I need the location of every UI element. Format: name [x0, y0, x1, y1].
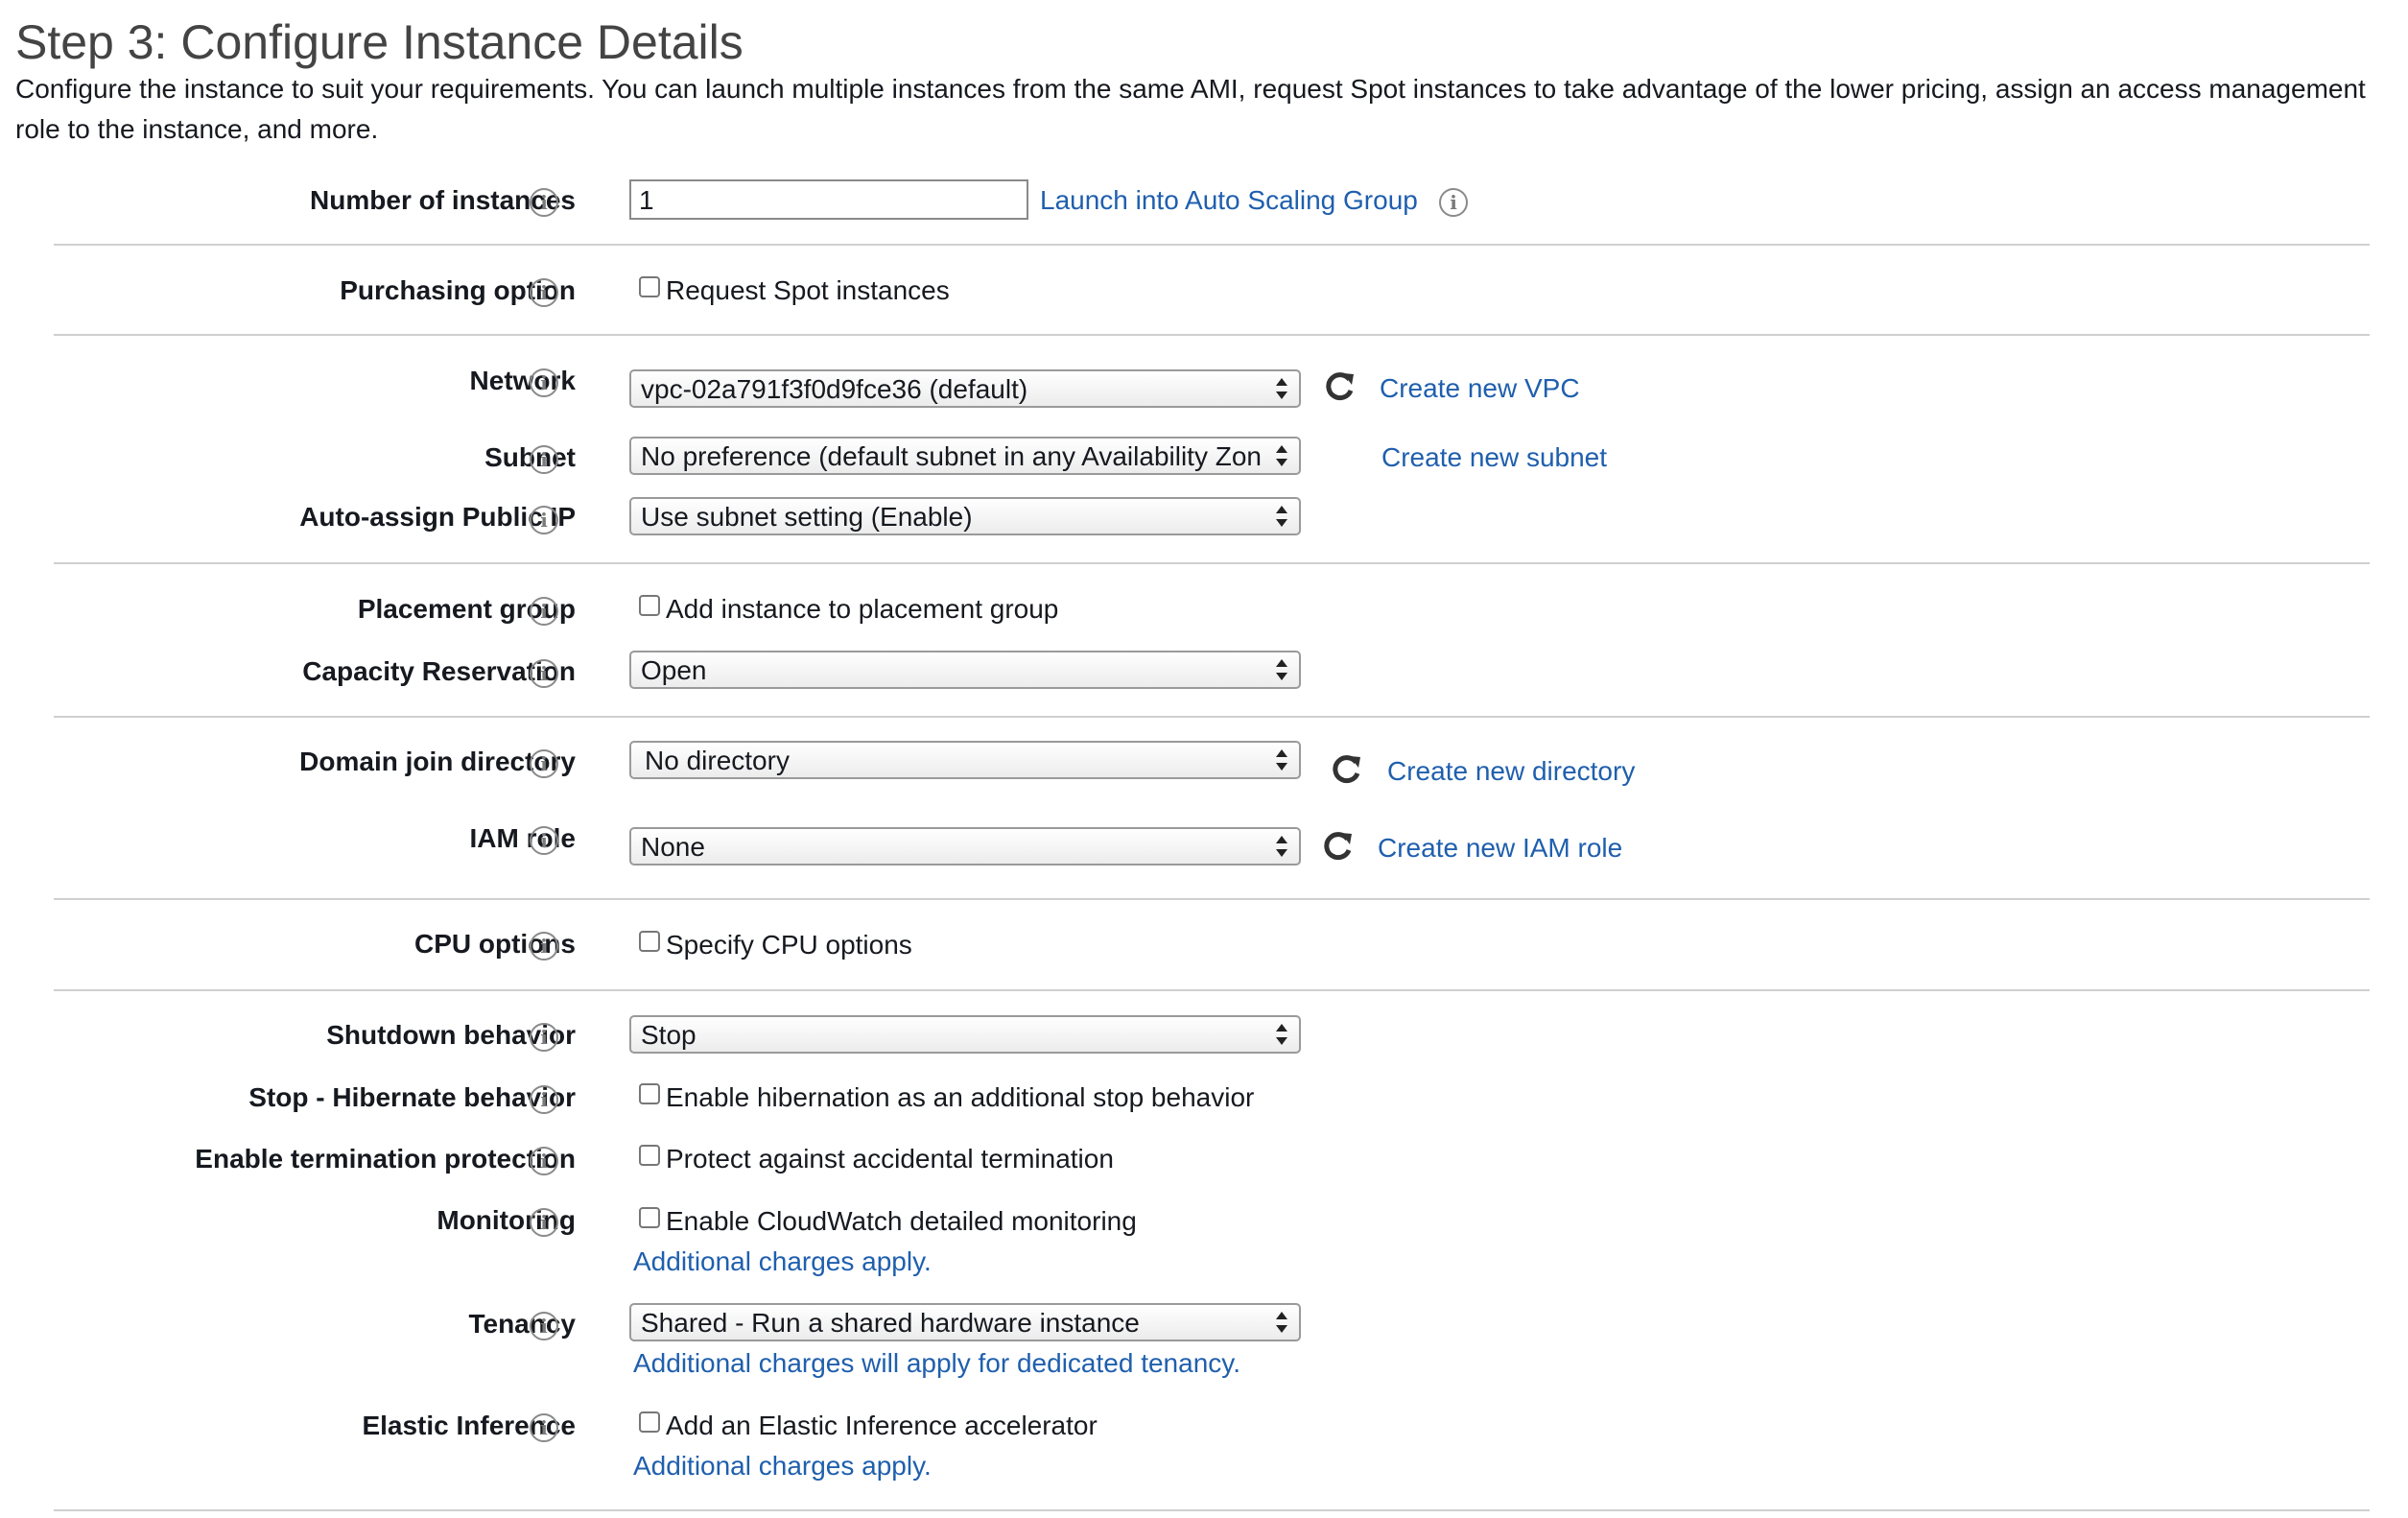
refresh-icon[interactable] — [1318, 827, 1357, 866]
page-title: Step 3: Configure Instance Details — [15, 15, 744, 69]
shutdown-behavior-select[interactable]: Stop — [629, 1015, 1301, 1054]
info-icon[interactable]: i — [530, 826, 558, 855]
select-arrows-icon — [1272, 501, 1291, 532]
elastic-inference-checkbox[interactable] — [639, 1411, 660, 1433]
capacity-reservation-label: Capacity Reservation — [302, 656, 576, 686]
domain-join-select[interactable]: No directory — [629, 741, 1301, 779]
create-new-iam-role-link[interactable]: Create new IAM role — [1378, 831, 1622, 866]
placement-group-checkbox-label: Add instance to placement group — [666, 594, 1059, 624]
info-icon[interactable]: i — [530, 445, 558, 474]
number-of-instances-label: Number of instances — [310, 185, 576, 215]
info-icon[interactable]: i — [530, 1147, 558, 1175]
info-icon[interactable]: i — [530, 659, 558, 688]
request-spot-label: Request Spot instances — [666, 275, 950, 305]
info-icon[interactable]: i — [530, 1413, 558, 1442]
cpu-options-checkbox[interactable] — [639, 931, 660, 952]
select-arrows-icon — [1272, 440, 1291, 471]
info-icon[interactable]: i — [530, 1085, 558, 1114]
monitoring-charges-link[interactable]: Additional charges apply. — [633, 1245, 932, 1279]
section-divider — [54, 562, 2370, 564]
termination-protection-checkbox-label: Protect against accidental termination — [666, 1144, 1114, 1174]
network-label: Network — [469, 366, 576, 395]
select-arrows-icon — [1272, 373, 1291, 404]
iam-role-value: None — [641, 832, 705, 862]
auto-assign-ip-select[interactable]: Use subnet setting (Enable) — [629, 497, 1301, 535]
create-new-vpc-link[interactable]: Create new VPC — [1380, 371, 1580, 406]
capacity-reservation-value: Open — [641, 655, 707, 685]
cpu-options-label: CPU options — [414, 929, 576, 959]
select-arrows-icon — [1272, 1307, 1291, 1338]
section-divider — [54, 989, 2370, 991]
placement-group-label: Placement group — [357, 594, 576, 624]
termination-protection-label: Enable termination protection — [195, 1144, 576, 1174]
section-divider — [54, 716, 2370, 718]
termination-protection-checkbox[interactable] — [639, 1145, 660, 1166]
monitoring-checkbox[interactable] — [639, 1207, 660, 1228]
select-arrows-icon — [1272, 745, 1291, 775]
iam-role-select[interactable]: None — [629, 827, 1301, 866]
network-select[interactable]: vpc-02a791f3f0d9fce36 (default) — [629, 369, 1301, 408]
info-icon[interactable]: i — [530, 188, 558, 217]
auto-assign-ip-value: Use subnet setting (Enable) — [641, 502, 973, 532]
dedicated-tenancy-charges-link[interactable]: Additional charges will apply for dedica… — [633, 1346, 1240, 1381]
stop-hibernate-label: Stop - Hibernate behavior — [248, 1082, 576, 1112]
refresh-icon[interactable] — [1327, 750, 1365, 789]
tenancy-select[interactable]: Shared - Run a shared hardware instance — [629, 1303, 1301, 1341]
info-icon[interactable]: i — [530, 597, 558, 626]
hibernation-checkbox-label: Enable hibernation as an additional stop… — [666, 1082, 1255, 1112]
subnet-select[interactable]: No preference (default subnet in any Ava… — [629, 437, 1301, 475]
elastic-inference-label: Elastic Inference — [362, 1411, 576, 1440]
info-icon[interactable]: i — [530, 1312, 558, 1340]
purchasing-option-label: Purchasing option — [340, 275, 576, 305]
shutdown-behavior-label: Shutdown behavior — [326, 1020, 576, 1050]
section-divider — [54, 1509, 2370, 1511]
elastic-inference-charges-link[interactable]: Additional charges apply. — [633, 1449, 932, 1483]
section-divider — [54, 898, 2370, 900]
select-arrows-icon — [1272, 654, 1291, 685]
tenancy-select-value: Shared - Run a shared hardware instance — [641, 1308, 1140, 1338]
select-arrows-icon — [1272, 1019, 1291, 1050]
create-new-subnet-link[interactable]: Create new subnet — [1381, 440, 1607, 475]
network-select-value: vpc-02a791f3f0d9fce36 (default) — [641, 374, 1028, 404]
info-icon[interactable]: i — [530, 506, 558, 534]
create-new-directory-link[interactable]: Create new directory — [1387, 754, 1635, 789]
capacity-reservation-select[interactable]: Open — [629, 651, 1301, 689]
number-of-instances-value: 1 — [639, 185, 654, 215]
info-icon[interactable]: i — [1439, 188, 1468, 217]
subnet-select-value: No preference (default subnet in any Ava… — [641, 441, 1261, 471]
configure-instance-page: Step 3: Configure Instance Details Confi… — [0, 0, 2408, 1518]
info-icon[interactable]: i — [530, 749, 558, 778]
launch-auto-scaling-link[interactable]: Launch into Auto Scaling Group — [1040, 183, 1418, 218]
cpu-options-checkbox-label: Specify CPU options — [666, 930, 912, 960]
hibernation-checkbox[interactable] — [639, 1083, 660, 1104]
request-spot-checkbox[interactable] — [639, 276, 660, 297]
shutdown-behavior-value: Stop — [641, 1020, 696, 1050]
info-icon[interactable]: i — [530, 1023, 558, 1052]
page-description: Configure the instance to suit your requ… — [15, 74, 2366, 144]
refresh-icon[interactable] — [1320, 368, 1358, 406]
placement-group-checkbox[interactable] — [639, 595, 660, 616]
info-icon[interactable]: i — [530, 932, 558, 961]
auto-assign-ip-label: Auto-assign Public IP — [299, 502, 576, 532]
section-divider — [54, 334, 2370, 336]
info-icon[interactable]: i — [530, 278, 558, 307]
info-icon[interactable]: i — [530, 368, 558, 397]
tenancy-label: Tenancy — [468, 1309, 576, 1339]
monitoring-label: Monitoring — [437, 1205, 576, 1235]
iam-role-label: IAM role — [469, 823, 576, 853]
subnet-label: Subnet — [484, 442, 576, 472]
domain-join-label: Domain join directory — [299, 747, 576, 776]
monitoring-checkbox-label: Enable CloudWatch detailed monitoring — [666, 1206, 1137, 1236]
select-arrows-icon — [1272, 831, 1291, 862]
info-icon[interactable]: i — [530, 1208, 558, 1237]
section-divider — [54, 244, 2370, 246]
domain-join-value: No directory — [645, 746, 790, 775]
number-of-instances-input[interactable]: 1 — [629, 179, 1028, 220]
elastic-inference-checkbox-label: Add an Elastic Inference accelerator — [666, 1411, 1098, 1440]
